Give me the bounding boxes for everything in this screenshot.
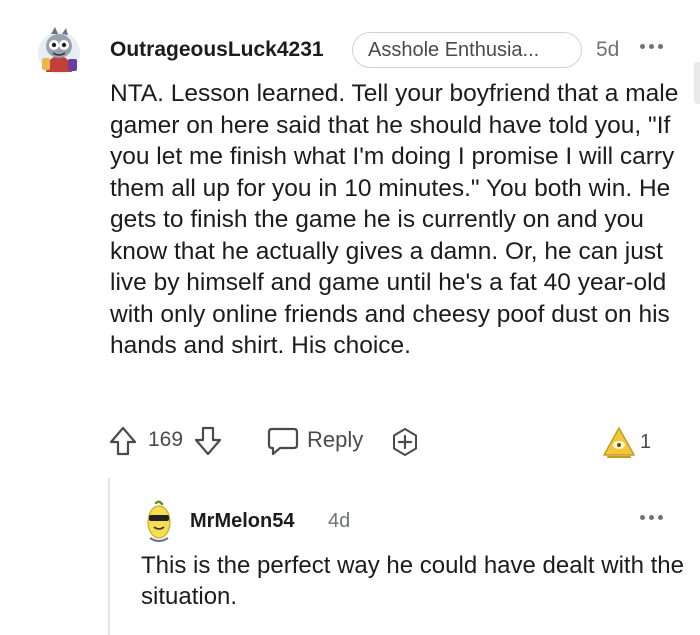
comment-timestamp: 5d (596, 38, 620, 61)
downvote-arrow-icon[interactable] (193, 425, 223, 457)
thread-line[interactable] (108, 478, 110, 635)
reply-author[interactable]: MrMelon54 (190, 510, 294, 533)
more-options-icon[interactable] (640, 44, 668, 52)
upvote-arrow-icon[interactable] (108, 425, 138, 457)
user-flair: Asshole Enthusia... (352, 32, 582, 68)
scroll-edge-handle (694, 62, 700, 104)
speech-bubble-icon[interactable] (266, 425, 300, 457)
user-avatar[interactable] (142, 500, 176, 542)
comment-body: NTA. Lesson learned. Tell your boyfriend… (110, 80, 679, 359)
reply-button[interactable]: Reply (307, 427, 363, 453)
reply-body: This is the perfect way he could have de… (141, 552, 684, 610)
plus-award-icon[interactable] (390, 427, 420, 457)
comment-author[interactable]: OutrageousLuck4231 (110, 38, 324, 62)
reply-timestamp: 4d (328, 510, 351, 532)
vote-count: 169 (148, 428, 184, 451)
more-options-icon[interactable] (640, 515, 668, 523)
gold-award-icon[interactable] (601, 425, 637, 461)
user-avatar[interactable] (36, 26, 82, 78)
award-count: 1 (640, 431, 652, 453)
